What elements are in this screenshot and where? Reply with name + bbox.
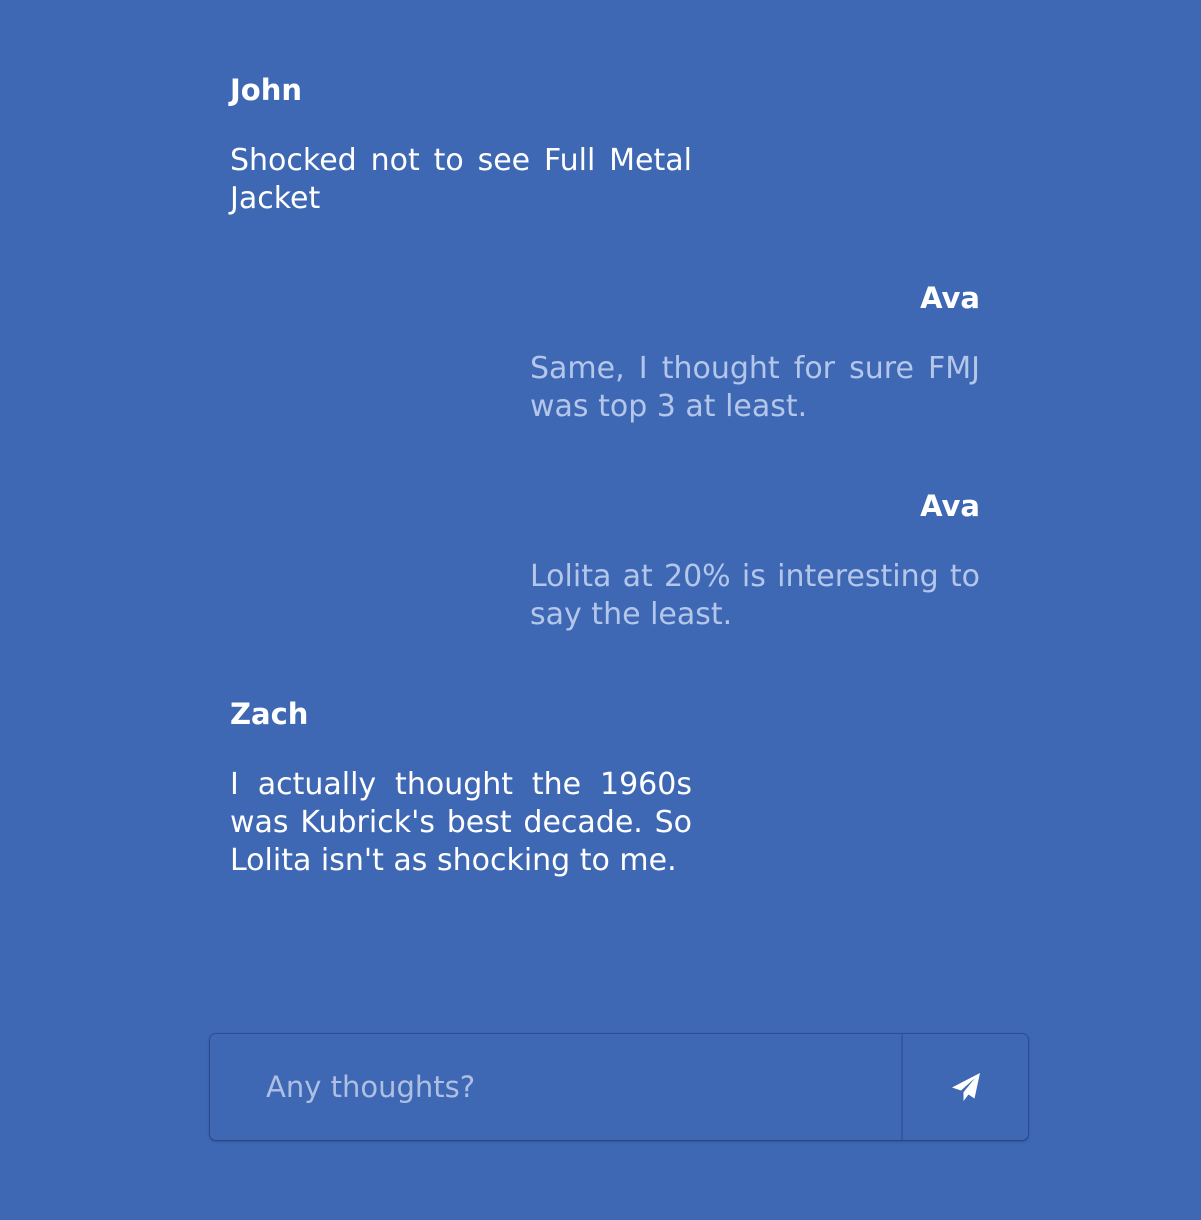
send-button[interactable] [901, 1034, 1028, 1140]
message-composer [210, 1034, 1028, 1140]
message-author: John [230, 73, 303, 107]
message-john: John Shocked not to see Full Metal Jacke… [230, 72, 692, 218]
message-ava-2: Ava Lolita at 20% is interesting to say … [530, 488, 980, 634]
send-icon [950, 1071, 982, 1103]
message-zach: Zach I actually thought the 1960s was Ku… [230, 696, 692, 880]
message-input[interactable] [210, 1034, 901, 1140]
message-ava-1: Ava Same, I thought for sure FMJ was top… [530, 280, 980, 426]
message-text: I actually thought the 1960s was Kubrick… [230, 767, 692, 878]
message-author: Zach [230, 697, 309, 731]
message-text: Shocked not to see Full Metal Jacket [230, 143, 692, 216]
message-text: Lolita at 20% is interesting to say the … [530, 559, 980, 632]
message-text: Same, I thought for sure FMJ was top 3 a… [530, 351, 980, 424]
message-author: Ava [920, 281, 980, 315]
message-author: Ava [920, 489, 980, 523]
